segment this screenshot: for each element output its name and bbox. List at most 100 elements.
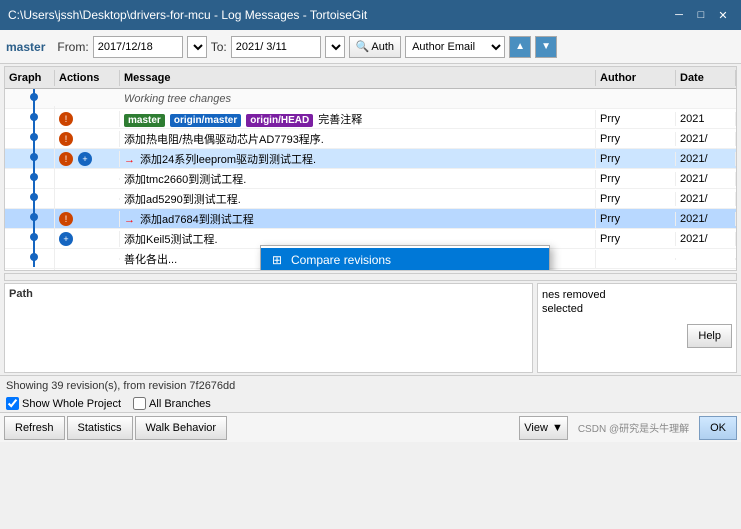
selected-label: selected: [542, 303, 583, 315]
stats-row-selected: selected: [542, 302, 732, 316]
up-arrow-button[interactable]: ▲: [509, 36, 531, 58]
date-cell: 2021/: [676, 152, 736, 166]
log-row[interactable]: 添加tmc2660到测试工程. Prry 2021/: [5, 169, 736, 189]
from-date-input[interactable]: [93, 36, 183, 58]
log-header: Graph Actions Message Author Date: [5, 67, 736, 89]
add-icon: +: [78, 152, 92, 166]
author-cell: Prry: [596, 192, 676, 206]
warn-icon: !: [59, 212, 73, 226]
walk-behavior-button[interactable]: Walk Behavior: [135, 416, 228, 440]
search-icon: 🔍: [356, 40, 370, 53]
to-date-dropdown[interactable]: [325, 36, 345, 58]
minimize-button[interactable]: ─: [669, 5, 689, 25]
badge-origin-head: origin/HEAD: [246, 114, 313, 127]
refresh-button[interactable]: Refresh: [4, 416, 65, 440]
show-whole-project-label: Show Whole Project: [22, 398, 121, 410]
warn-icon: !: [59, 152, 73, 166]
path-label: Path: [9, 288, 528, 300]
ok-button[interactable]: OK: [699, 416, 737, 440]
to-label: To:: [211, 40, 227, 54]
col-header-message: Message: [120, 70, 596, 86]
message-cell: 添加热电阻/热电偶驱动芯片AD7793程序.: [120, 130, 596, 148]
author-cell: Prry: [596, 212, 676, 226]
action-cell: [55, 258, 120, 260]
arrow-indicator: →: [124, 214, 135, 226]
date-cell: 2021/: [676, 132, 736, 146]
action-cell: !: [55, 111, 120, 127]
badge-origin-master: origin/master: [170, 114, 241, 127]
show-whole-project-checkbox[interactable]: [6, 397, 19, 410]
warn-icon: !: [59, 112, 73, 126]
col-header-author: Author: [596, 70, 676, 86]
auth-button[interactable]: 🔍 Auth: [349, 36, 401, 58]
window-title: C:\Users\jssh\Desktop\drivers-for-mcu - …: [8, 8, 367, 22]
working-tree-label: Working tree changes: [124, 93, 231, 105]
lines-removed-label: nes removed: [542, 289, 606, 301]
badge-master: master: [124, 114, 165, 127]
col-header-actions: Actions: [55, 70, 120, 86]
author-cell: Prry: [596, 152, 676, 166]
log-row[interactable]: ! → 添加ad7684到测试工程 Prry 2021/: [5, 209, 736, 229]
message-cell: 添加tmc2660到测试工程.: [120, 170, 596, 188]
statistics-button[interactable]: Statistics: [67, 416, 133, 440]
action-cell: +: [55, 231, 120, 247]
message-cell: → 添加24系列leeprom驱动到测试工程.: [120, 150, 596, 168]
message-cell: 添加ad5290到测试工程.: [120, 190, 596, 208]
log-rows: Working tree changes ! master origin/mas…: [5, 89, 736, 270]
close-button[interactable]: ✕: [713, 5, 733, 25]
menu-label: Compare revisions: [291, 253, 391, 267]
action-cell: !: [55, 211, 120, 227]
menu-item-compare-revisions[interactable]: ⊞ Compare revisions: [261, 248, 549, 271]
author-email-dropdown[interactable]: Author Email: [405, 36, 505, 58]
message-text: 完善注释: [318, 114, 362, 126]
graph-cell: [5, 246, 55, 270]
bottom-toolbar: Refresh Statistics Walk Behavior View ▼ …: [0, 412, 741, 442]
arrow-indicator: →: [124, 154, 135, 166]
date-cell: 2021/: [676, 232, 736, 246]
date-cell: [676, 258, 736, 260]
message-cell: → 添加ad7684到测试工程: [120, 210, 596, 228]
view-dropdown-arrow: ▼: [552, 422, 563, 434]
log-row[interactable]: ! + → 添加24系列leeprom驱动到测试工程. Prry 2021/: [5, 149, 736, 169]
from-date-dropdown[interactable]: [187, 36, 207, 58]
log-row[interactable]: ! master origin/master origin/HEAD 完善注释 …: [5, 109, 736, 129]
compare-icon: ⊞: [269, 252, 285, 268]
warn-icon: !: [59, 132, 73, 146]
view-dropdown[interactable]: View ▼: [519, 416, 568, 440]
action-cell: !: [55, 131, 120, 147]
author-cell: Prry: [596, 232, 676, 246]
action-cell: [55, 198, 120, 200]
log-row[interactable]: ! 添加热电阻/热电偶驱动芯片AD7793程序. Prry 2021/: [5, 129, 736, 149]
status-text: Showing 39 revision(s), from revision 7f…: [6, 380, 235, 392]
add-icon: +: [59, 232, 73, 246]
context-menu: ⊞ Compare revisions ≡ Show changes as un…: [260, 245, 550, 271]
window-controls: ─ □ ✕: [669, 5, 733, 25]
watermark: CSDN @研究是头牛理解: [578, 420, 689, 435]
to-date-input[interactable]: [231, 36, 321, 58]
down-arrow-button[interactable]: ▼: [535, 36, 557, 58]
date-cell: 2021/: [676, 172, 736, 186]
date-cell: 2021/: [676, 212, 736, 226]
all-branches-option[interactable]: All Branches: [133, 397, 211, 410]
horizontal-scrollbar[interactable]: [4, 273, 737, 281]
show-whole-project-option[interactable]: Show Whole Project: [6, 397, 121, 410]
help-button[interactable]: Help: [687, 324, 732, 348]
date-cell: 2021/: [676, 192, 736, 206]
action-cell: ! +: [55, 151, 120, 167]
message-cell: master origin/master origin/HEAD 完善注释: [120, 110, 596, 128]
bottom-section: Path nes removed selected Help: [4, 283, 737, 373]
maximize-button[interactable]: □: [691, 5, 711, 25]
log-row[interactable]: 添加ad5290到测试工程. Prry 2021/: [5, 189, 736, 209]
col-header-graph: Graph: [5, 70, 55, 86]
col-header-date: Date: [676, 70, 736, 86]
stats-panel: nes removed selected Help: [537, 283, 737, 373]
all-branches-label: All Branches: [149, 398, 211, 410]
options-area: Show Whole Project All Branches: [0, 395, 741, 412]
stats-row: nes removed: [542, 288, 732, 302]
author-cell: Prry: [596, 172, 676, 186]
path-panel: Path: [4, 283, 533, 373]
all-branches-checkbox[interactable]: [133, 397, 146, 410]
view-label: View: [524, 422, 548, 434]
status-bar: Showing 39 revision(s), from revision 7f…: [0, 375, 741, 395]
author-cell: [596, 258, 676, 260]
